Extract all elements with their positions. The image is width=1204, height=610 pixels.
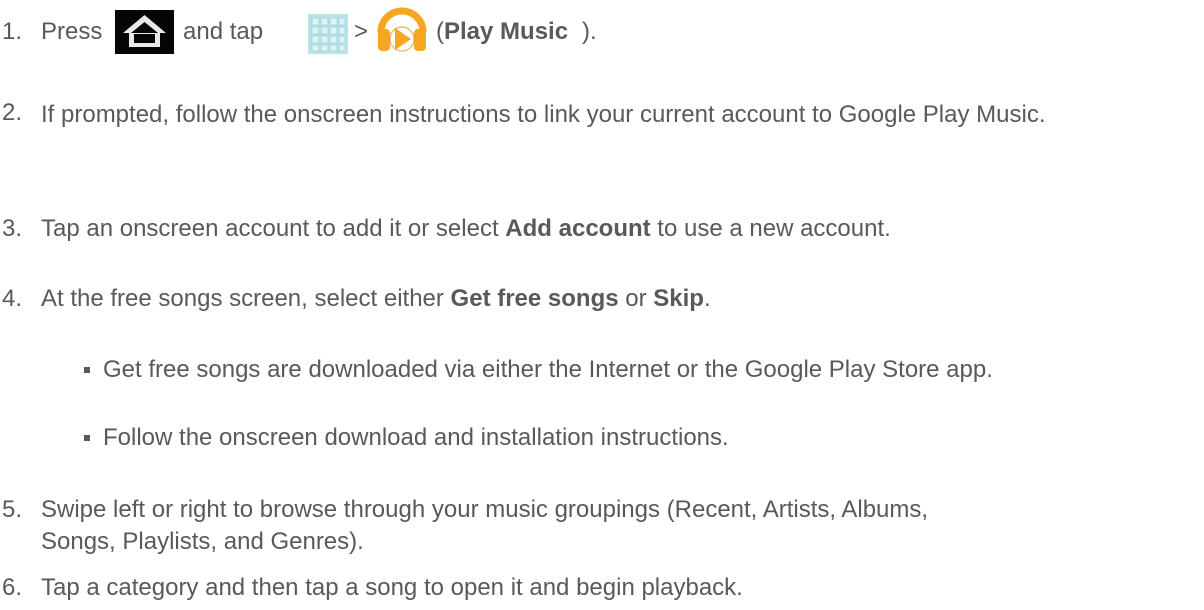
step-text: Tap an onscreen account to add it or sel…: [41, 215, 891, 242]
step-number: 4.: [2, 285, 23, 312]
get-free-songs-label: Get free songs: [450, 285, 619, 312]
step-text-and-tap: and tap: [183, 18, 264, 45]
step-number: 5.: [2, 496, 23, 523]
bullet-marker: [84, 435, 90, 441]
play-music-label: Play Music: [444, 18, 569, 45]
step-text-paren-close: ).: [582, 18, 597, 45]
apps-grid-icon: [308, 14, 348, 54]
substep-text: Get free songs are downloaded via either…: [103, 356, 993, 383]
step-text: Swipe left or right to browse through yo…: [41, 496, 929, 555]
step-text: If prompted, follow the onscreen instruc…: [41, 101, 1046, 128]
step-text-gt: >: [354, 18, 369, 45]
step-text: Tap a category and then tap a song to op…: [41, 574, 743, 601]
step-text: At the free songs screen, select either …: [41, 285, 711, 312]
step-number: 3.: [2, 215, 23, 242]
substep-text: Follow the onscreen download and install…: [103, 424, 729, 451]
step-text-paren-open: (: [436, 18, 444, 45]
step-number: 6.: [2, 574, 23, 601]
home-icon: [115, 10, 174, 54]
play-music-icon: [375, 2, 429, 56]
step-text-press: Press: [41, 18, 103, 45]
bullet-marker: [84, 367, 90, 373]
step-number: 2.: [2, 99, 23, 126]
step-5: 5. Swipe left or right to browse through…: [0, 494, 1204, 574]
skip-label: Skip: [653, 285, 704, 312]
step-2: 2. If prompted, follow the onscreen inst…: [0, 97, 1204, 177]
step-number: 1.: [2, 18, 23, 45]
add-account-label: Add account: [505, 215, 651, 242]
